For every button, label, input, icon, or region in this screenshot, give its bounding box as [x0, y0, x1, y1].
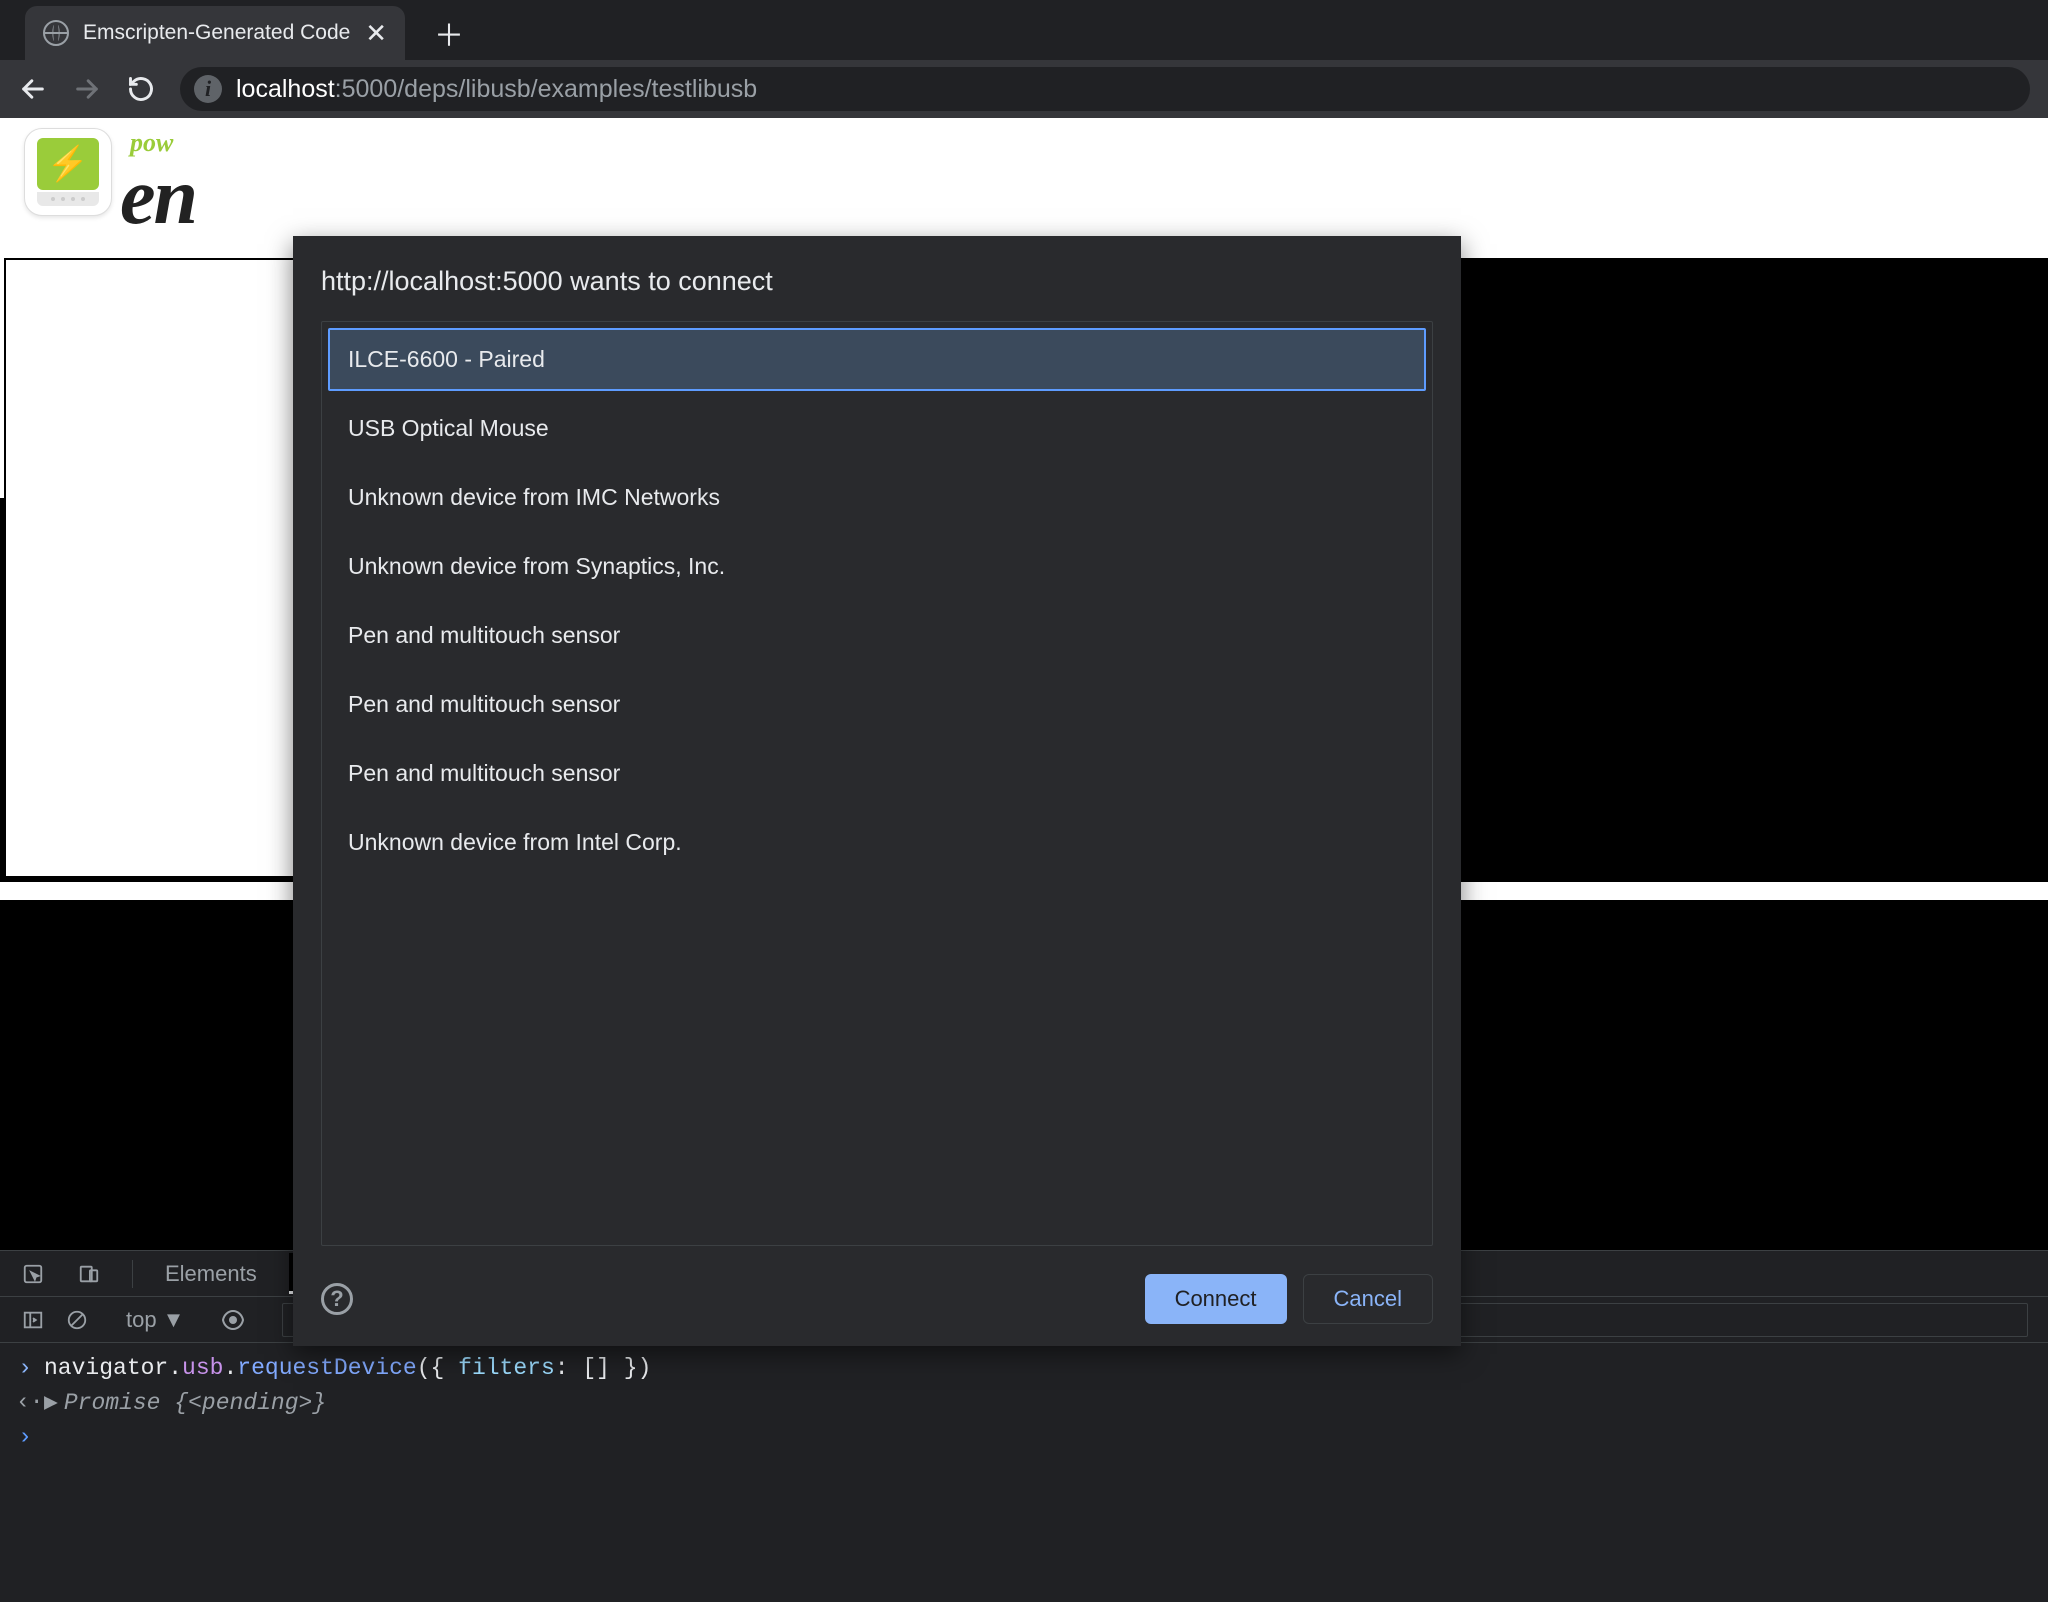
page-content: ⚡ pow en http://localhost:5000 wants to …: [0, 118, 2048, 1250]
tok: navigator: [44, 1355, 168, 1381]
device-option[interactable]: Pen and multitouch sensor: [328, 673, 1426, 736]
connect-button[interactable]: Connect: [1145, 1274, 1287, 1324]
live-expression-icon[interactable]: [220, 1307, 246, 1333]
tok: usb: [182, 1355, 223, 1381]
input-caret-icon: ›: [16, 1355, 34, 1381]
expand-triangle-icon[interactable]: ▶: [44, 1390, 58, 1416]
tab-title: Emscripten-Generated Code: [83, 21, 351, 45]
tok: {: [174, 1390, 188, 1416]
separator: [132, 1260, 133, 1288]
help-icon[interactable]: ?: [321, 1283, 353, 1315]
prompt-caret-icon: ›: [16, 1424, 34, 1450]
tok: <pending>: [188, 1390, 312, 1416]
inspect-icon[interactable]: [20, 1261, 46, 1287]
output-caret-icon: ‹·: [16, 1389, 34, 1415]
url-host: localhost: [236, 75, 335, 103]
console-code: navigator.usb.requestDevice({ filters: […: [44, 1355, 651, 1381]
console-output-line: ‹· ▶Promise {<pending>}: [16, 1385, 2032, 1420]
reload-button[interactable]: [126, 74, 156, 104]
browser-toolbar: i localhost:5000/deps/libusb/examples/te…: [0, 60, 2048, 118]
device-option[interactable]: Unknown device from IMC Networks: [328, 466, 1426, 529]
logo-dots: [37, 192, 99, 206]
device-option[interactable]: ILCE-6600 - Paired: [328, 328, 1426, 391]
emscripten-text: en: [120, 152, 196, 243]
console-input-line: › navigator.usb.requestDevice({ filters:…: [16, 1351, 2032, 1385]
device-option[interactable]: Unknown device from Synaptics, Inc.: [328, 535, 1426, 598]
close-tab-icon[interactable]: ✕: [365, 20, 387, 46]
usb-permission-dialog: http://localhost:5000 wants to connect I…: [293, 236, 1461, 1346]
device-option[interactable]: USB Optical Mouse: [328, 397, 1426, 460]
tok: }: [312, 1390, 326, 1416]
device-list[interactable]: ILCE-6600 - Paired USB Optical Mouse Unk…: [321, 321, 1433, 1246]
back-button[interactable]: [18, 74, 48, 104]
url-port: :5000: [335, 75, 398, 103]
tok: requestDevice: [237, 1355, 416, 1381]
console-result[interactable]: ▶Promise {<pending>}: [44, 1389, 326, 1416]
tok: []: [582, 1355, 623, 1381]
clear-console-icon[interactable]: [64, 1307, 90, 1333]
url-text: localhost:5000/deps/libusb/examples/test…: [236, 75, 757, 104]
context-label: top: [126, 1307, 157, 1333]
dialog-footer: ? Connect Cancel: [321, 1246, 1433, 1324]
tok: .: [223, 1355, 237, 1381]
tok: }): [624, 1355, 652, 1381]
emscripten-logo: ⚡: [24, 128, 112, 216]
devtools-tab-elements[interactable]: Elements: [163, 1257, 259, 1291]
tok: Promise: [64, 1390, 174, 1416]
sidebar-toggle-icon[interactable]: [20, 1307, 46, 1333]
console-output[interactable]: › navigator.usb.requestDevice({ filters:…: [0, 1343, 2048, 1602]
dialog-title: http://localhost:5000 wants to connect: [321, 266, 1433, 297]
device-option[interactable]: Pen and multitouch sensor: [328, 742, 1426, 805]
url-path: /deps/libusb/examples/testlibusb: [397, 75, 757, 103]
forward-button[interactable]: [72, 74, 102, 104]
canvas-left-white: [6, 260, 296, 876]
tok: filters: [458, 1355, 555, 1381]
globe-icon: [43, 20, 69, 46]
browser-tab[interactable]: Emscripten-Generated Code ✕: [25, 6, 405, 60]
device-toolbar-icon[interactable]: [76, 1261, 102, 1287]
device-option[interactable]: Pen and multitouch sensor: [328, 604, 1426, 667]
context-selector[interactable]: top ▼: [126, 1307, 184, 1333]
tok: ({: [417, 1355, 458, 1381]
address-bar[interactable]: i localhost:5000/deps/libusb/examples/te…: [180, 67, 2030, 111]
tok: :: [555, 1355, 583, 1381]
tok: .: [168, 1355, 182, 1381]
new-tab-button[interactable]: ＋: [431, 15, 467, 51]
bolt-icon: ⚡: [37, 138, 99, 190]
console-prompt-line[interactable]: ›: [16, 1420, 2032, 1454]
chevron-down-icon: ▼: [163, 1307, 185, 1333]
site-info-icon[interactable]: i: [194, 75, 222, 103]
device-option[interactable]: Unknown device from Intel Corp.: [328, 811, 1426, 874]
cancel-button[interactable]: Cancel: [1303, 1274, 1433, 1324]
browser-tabstrip: Emscripten-Generated Code ✕ ＋: [0, 0, 2048, 60]
